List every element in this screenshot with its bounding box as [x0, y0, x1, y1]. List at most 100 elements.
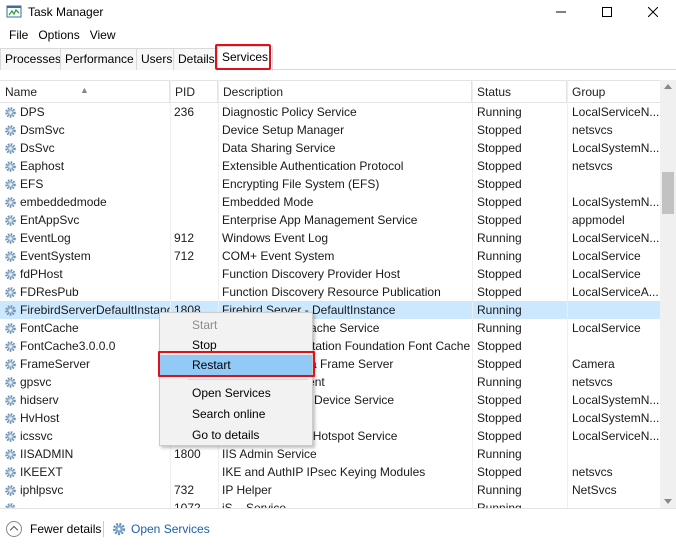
table-row[interactable]: FirebirdServerDefaultInstance 1808 Firebir…	[0, 301, 660, 319]
service-name: IISADMIN	[20, 447, 74, 461]
column-divider	[472, 80, 473, 508]
context-menu-search-online[interactable]: Search online	[160, 404, 312, 425]
table-row[interactable]: DPS 236 Diagnostic Policy Service Running Lo…	[0, 103, 660, 121]
table-row[interactable]: hidservHuman Interface Device ServiceSto…	[0, 391, 660, 409]
context-menu-open-services[interactable]: Open Services	[160, 383, 312, 404]
tab-services[interactable]: Services	[217, 46, 274, 71]
service-pid	[174, 175, 218, 193]
service-name-cell: hidserv	[4, 391, 170, 409]
table-row[interactable]: EventLog 912 Windows Event Log Running Local…	[0, 229, 660, 247]
menu-file[interactable]: File	[4, 28, 33, 42]
service-status: Running	[477, 303, 522, 317]
menu-options[interactable]: Options	[33, 28, 84, 42]
table-row[interactable]: fdPHost Function Discovery Provider Host S…	[0, 265, 660, 283]
service-status: Stopped	[477, 123, 522, 137]
table-row[interactable]: FrameServerWindows Camera Frame ServerSt…	[0, 355, 660, 373]
table-row[interactable]: HvHostHV Host ServiceStoppedLocalSystemN…	[0, 409, 660, 427]
open-services-link[interactable]: Open Services	[111, 521, 210, 537]
context-menu-restart[interactable]: Restart	[160, 355, 312, 376]
service-group: appmodel	[572, 213, 625, 227]
column-header-pid[interactable]: PID	[170, 81, 218, 103]
service-gear-icon	[5, 448, 16, 460]
service-name: EFS	[20, 177, 44, 191]
service-status: Stopped	[477, 213, 522, 227]
service-name-cell: FirebirdServerDefaultInstance	[4, 301, 170, 319]
service-name-cell: DPS	[4, 103, 170, 121]
table-row[interactable]: icssvcWindows Mobile Hotspot ServiceStop…	[0, 427, 660, 445]
service-description: Device Setup Manager	[222, 123, 345, 137]
table-row[interactable]: Eaphost Extensible Authentication Protoco…	[0, 157, 660, 175]
service-gear-icon	[5, 178, 16, 190]
service-gear-icon	[5, 340, 16, 352]
minimize-button[interactable]	[538, 0, 584, 24]
service-group: LocalSystemN...	[572, 393, 660, 407]
scroll-thumb[interactable]	[662, 172, 674, 214]
title-bar: Task Manager	[0, 0, 676, 24]
service-name: Eaphost	[20, 159, 65, 173]
service-pid	[174, 463, 218, 481]
table-row[interactable]: EntAppSvc Enterprise App Management Servi…	[0, 211, 660, 229]
table-row[interactable]: ... 1072 iS... Service Running	[0, 499, 660, 508]
service-status: Running	[477, 483, 522, 497]
column-header-group[interactable]: Group	[567, 81, 660, 103]
service-group: netsvcs	[572, 465, 613, 479]
table-row[interactable]: embeddedmode Embedded Mode Stopped LocalSys…	[0, 193, 660, 211]
table-row[interactable]: EventSystem 712 COM+ Event System Running Lo…	[0, 247, 660, 265]
tab-performance[interactable]: Performance	[60, 48, 139, 70]
vertical-scrollbar[interactable]	[660, 80, 676, 508]
service-name-cell: DsSvc	[4, 139, 170, 157]
context-menu-go-to-details[interactable]: Go to details	[160, 425, 312, 446]
tab-processes[interactable]: Processes	[0, 48, 67, 70]
table-row[interactable]: DsmSvc Device Setup Manager Stopped netsvcs	[0, 121, 660, 139]
service-group: netsvcs	[572, 375, 613, 389]
scroll-up-icon[interactable]	[664, 84, 672, 89]
context-menu-separator	[188, 379, 308, 380]
table-row[interactable]: FDResPub Function Discovery Resource Publ…	[0, 283, 660, 301]
service-description: Enterprise App Management Service	[222, 213, 418, 227]
service-group	[572, 301, 660, 319]
service-name: EventSystem	[20, 249, 91, 263]
service-pid	[174, 265, 218, 283]
column-name-label: Name	[5, 85, 38, 99]
service-name: FirebirdServerDefaultInstance	[20, 303, 170, 317]
tab-users[interactable]: Users	[136, 48, 178, 70]
table-row[interactable]: EFS Encrypting File System (EFS) Stopped	[0, 175, 660, 193]
service-pid: 712	[174, 249, 195, 263]
close-button[interactable]	[630, 0, 676, 24]
menu-view[interactable]: View	[85, 28, 121, 42]
table-row[interactable]: FontCache3.0.0.0 Windows Presentation Fou…	[0, 337, 660, 355]
service-name: FontCache	[20, 321, 79, 335]
table-header: Name ▲ PID Description Status Group	[0, 81, 660, 103]
service-group	[572, 337, 660, 355]
column-header-name[interactable]: Name ▲	[0, 81, 170, 103]
context-menu-stop[interactable]: Stop	[160, 335, 312, 356]
service-name-cell: DsmSvc	[4, 121, 170, 139]
table-row[interactable]: DsSvc Data Sharing Service Stopped LocalSys…	[0, 139, 660, 157]
scroll-down-icon[interactable]	[664, 499, 672, 504]
service-pid: 732	[174, 483, 195, 497]
service-name: EventLog	[20, 231, 71, 245]
service-description: IIS Admin Service	[222, 447, 317, 461]
table-row[interactable]: gpsvcGroup Policy ClientRunningnetsvcs	[0, 373, 660, 391]
maximize-button[interactable]	[584, 0, 630, 24]
footer-divider	[103, 521, 104, 537]
table-row[interactable]: FontCacheWindows Font Cache ServiceRunni…	[0, 319, 660, 337]
service-name: iphlpsvc	[20, 483, 64, 497]
fewer-details-button[interactable]: Fewer details	[6, 521, 101, 537]
maximize-icon	[602, 7, 612, 17]
service-status: Running	[477, 447, 522, 461]
column-header-description[interactable]: Description	[218, 81, 472, 103]
tab-details[interactable]: Details	[173, 48, 220, 70]
service-gear-icon	[5, 358, 16, 370]
table-row[interactable]: IISADMIN 1800 IIS Admin Service Running	[0, 445, 660, 463]
column-header-status[interactable]: Status	[472, 81, 567, 103]
table-row[interactable]: iphlpsvc 732 IP Helper Running NetSvcs	[0, 481, 660, 499]
service-description: Function Discovery Resource Publication	[222, 285, 441, 299]
service-pid	[174, 139, 218, 157]
service-name: embeddedmode	[20, 195, 107, 209]
table-row[interactable]: IKEEXT IKE and AuthIP IPsec Keying Module…	[0, 463, 660, 481]
service-gear-icon	[5, 106, 16, 118]
service-pid	[174, 211, 218, 229]
service-group: LocalServiceN...	[572, 429, 660, 443]
service-group: LocalServiceN...	[572, 105, 660, 119]
